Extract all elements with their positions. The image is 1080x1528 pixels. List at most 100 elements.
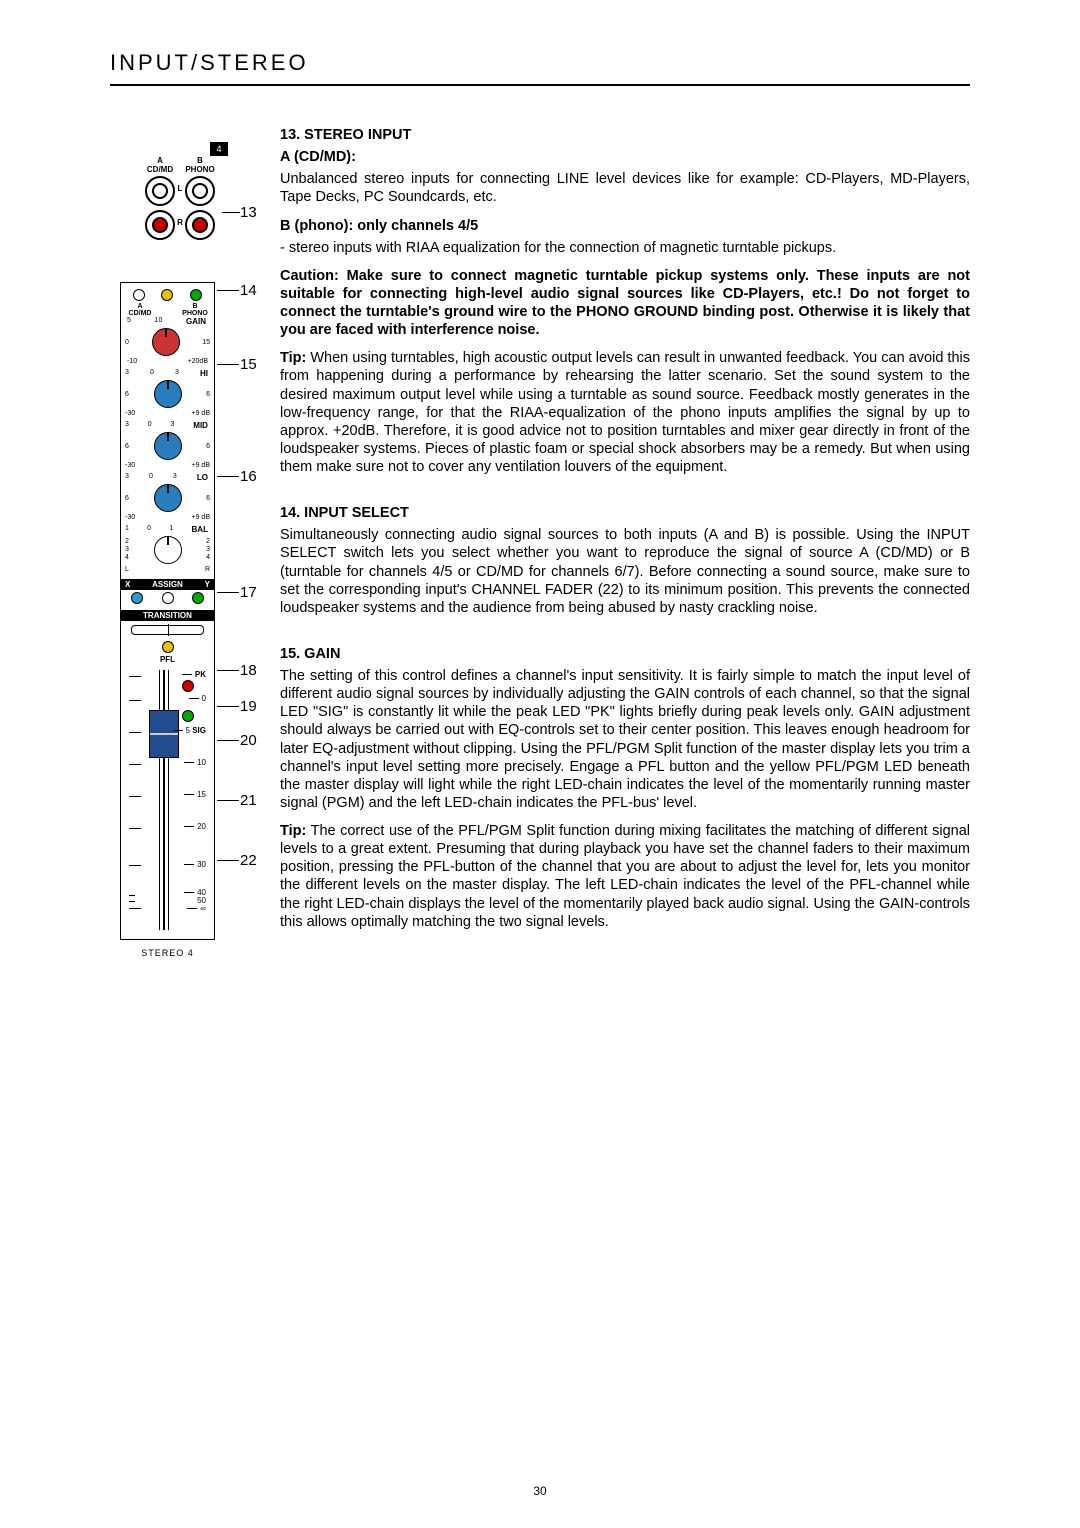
callout-22: 22 — [240, 852, 257, 869]
channel-r-label: R — [177, 218, 183, 227]
eq-mid-knob — [154, 432, 182, 460]
rca-jack-b-right — [185, 210, 215, 240]
callout-21: 21 — [240, 792, 257, 809]
callout-line — [222, 212, 240, 213]
callout-15: 15 — [240, 356, 257, 373]
fader-mark: 5 — [186, 726, 190, 735]
callout-16: 16 — [240, 468, 257, 485]
section-13-title: 13. STEREO INPUT — [280, 126, 970, 144]
bal-scale: L — [125, 566, 129, 573]
fader-mark: 15 — [184, 790, 206, 799]
eq-scale: 6 — [125, 495, 129, 502]
assign-label: ASSIGN — [152, 580, 183, 589]
rca-jack-b-left — [185, 176, 215, 206]
callout-17: 17 — [240, 584, 257, 601]
callout-line — [217, 476, 239, 477]
section-13-b-body: - stereo inputs with RIAA equalization f… — [280, 239, 970, 257]
strip-label: STEREO 4 — [120, 948, 215, 958]
eq-hi-label: HI — [200, 369, 210, 378]
eq-scale: 6 — [206, 391, 210, 398]
eq-scale: -30 — [125, 410, 135, 417]
page-number: 30 — [0, 1484, 1080, 1498]
eq-scale: 3 — [173, 473, 177, 482]
section-13-a-body: Unbalanced stereo inputs for connecting … — [280, 170, 970, 206]
bal-scale: 4 — [206, 554, 210, 562]
fader-mark: 30 — [184, 860, 206, 869]
callout-line — [217, 592, 239, 593]
section-13-tip: Tip: When using turntables, high acousti… — [280, 349, 970, 476]
input-select-led — [161, 289, 173, 301]
eq-scale: 6 — [206, 443, 210, 450]
assign-bar: X ASSIGN Y — [121, 579, 214, 590]
fader-mark: 10 — [184, 758, 206, 767]
pfl-led — [162, 641, 174, 653]
channel-l-label: L — [178, 184, 183, 193]
gain-scale: +20dB — [188, 358, 208, 365]
section-13-caution: Caution: Make sure to connect magnetic t… — [280, 267, 970, 340]
bal-scale: 2 — [206, 538, 210, 546]
bal-scale: 3 — [125, 546, 129, 554]
section-14-title: 14. INPUT SELECT — [280, 504, 970, 522]
eq-scale: 3 — [175, 369, 179, 378]
transition-label: TRANSITION — [121, 610, 214, 621]
assign-x: X — [125, 580, 130, 589]
callout-20: 20 — [240, 732, 257, 749]
callout-14: 14 — [240, 282, 257, 299]
page-header: INPUT/STEREO — [110, 50, 970, 86]
eq-scale: 3 — [125, 369, 129, 378]
eq-scale: 6 — [125, 391, 129, 398]
col-b-label-top: B — [180, 156, 220, 165]
rca-jack-a-right — [145, 210, 175, 240]
tip-body: When using turntables, high acoustic out… — [280, 350, 970, 475]
sig-led — [182, 710, 194, 722]
section-15-tip: Tip: The correct use of the PFL/PGM Spli… — [280, 822, 970, 931]
strip-b-label: B — [180, 303, 210, 310]
bal-scale: 3 — [206, 546, 210, 554]
eq-scale: 6 — [125, 443, 129, 450]
eq-scale: 0 — [149, 473, 153, 482]
channel-number-badge: 4 — [210, 142, 228, 156]
bal-scale: 4 — [125, 554, 129, 562]
bal-scale: 2 — [125, 538, 129, 546]
assign-x-led — [131, 592, 143, 604]
eq-scale: +9 dB — [192, 462, 211, 469]
eq-scale: +9 dB — [192, 514, 211, 521]
content-row: 4 A CD/MD B PHONO L — [110, 126, 970, 958]
pfl-label: PFL — [125, 655, 210, 664]
eq-scale: 3 — [125, 473, 129, 482]
channel-strip: A CD/MD B PHONO 5 10 GAIN — [120, 282, 215, 958]
strip-a-sub: CD/MD — [125, 310, 155, 317]
diagram-column: 4 A CD/MD B PHONO L — [110, 126, 260, 958]
pk-led — [182, 680, 194, 692]
eq-scale: 3 — [125, 421, 129, 430]
eq-lo-label: LO — [197, 473, 210, 482]
bal-scale: 0 — [147, 525, 151, 534]
gain-scale: 15 — [202, 339, 210, 346]
eq-scale: 6 — [206, 495, 210, 502]
eq-scale: 0 — [150, 369, 154, 378]
channel-fader: PK 0 5 SIG 10 15 20 30 40 50 ∞ — [125, 670, 210, 930]
tip-label: Tip: — [280, 350, 306, 366]
section-13-b-label: B (phono): only channels 4/5 — [280, 217, 970, 235]
pk-label: PK — [195, 670, 206, 679]
eq-scale: -30 — [125, 514, 135, 521]
callout-19: 19 — [240, 698, 257, 715]
gain-knob — [152, 328, 180, 356]
callout-line — [217, 706, 239, 707]
col-a-label-bot: CD/MD — [140, 165, 180, 174]
section-15-body: The setting of this control defines a ch… — [280, 667, 970, 812]
callout-line — [217, 364, 239, 365]
fader-mark: 0 — [189, 694, 206, 703]
strip-a-label: A — [125, 303, 155, 310]
callout-line — [217, 670, 239, 671]
eq-mid-label: MID — [193, 421, 210, 430]
gain-scale: 10 — [155, 317, 163, 326]
gain-label: GAIN — [186, 317, 208, 326]
callout-18: 18 — [240, 662, 257, 679]
section-14-body: Simultaneously connecting audio signal s… — [280, 526, 970, 617]
fader-mark: ∞ — [187, 904, 206, 913]
tip-label: Tip: — [280, 823, 306, 839]
eq-lo-knob — [154, 484, 182, 512]
bal-scale: 1 — [169, 525, 173, 534]
assign-y-led — [192, 592, 204, 604]
